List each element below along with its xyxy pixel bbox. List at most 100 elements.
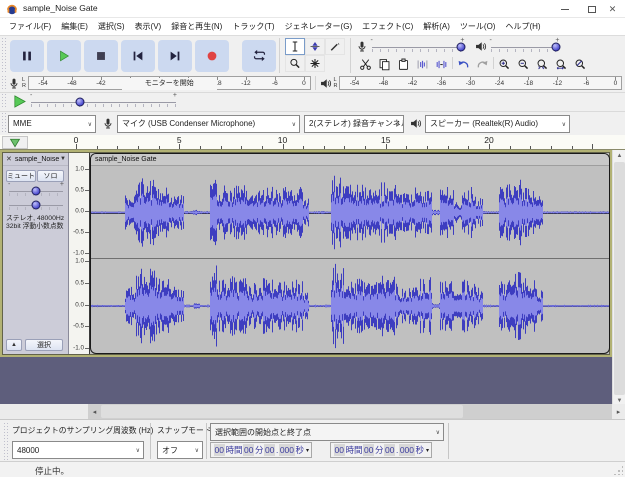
selection-end-time-field[interactable]: 00時間00分00.000秒▾ xyxy=(330,442,432,458)
project-rate-select[interactable]: 48000∨ xyxy=(12,441,144,459)
horizontal-scroll-thumb[interactable] xyxy=(101,405,463,418)
track-name[interactable]: sample_Noise xyxy=(15,156,60,163)
copy-button[interactable] xyxy=(375,57,394,73)
audio-clip[interactable]: sample_Noise Gate xyxy=(90,153,610,354)
menu-ジェネレーター(G)[interactable]: ジェネレーター(G) xyxy=(280,19,358,34)
play-speed-thumb[interactable] xyxy=(76,97,85,106)
play-at-speed-icon[interactable] xyxy=(12,94,27,109)
time-format-menu-icon[interactable]: ▾ xyxy=(426,447,429,454)
toolbar-grip[interactable] xyxy=(2,113,7,134)
pinned-play-head-button[interactable] xyxy=(2,136,28,149)
zoom-toggle-button[interactable] xyxy=(571,57,590,73)
track-close-icon[interactable]: ✕ xyxy=(3,155,15,163)
menu-ファイル(F)[interactable]: ファイル(F) xyxy=(4,19,56,34)
time-digit-group[interactable]: 00 xyxy=(214,444,225,456)
zoom-out-button[interactable] xyxy=(514,57,533,73)
menu-解析(A)[interactable]: 解析(A) xyxy=(418,19,455,34)
collapse-track-button[interactable]: ▲ xyxy=(6,339,22,351)
time-digit-group[interactable]: 00 xyxy=(363,444,374,456)
track-menu-icon[interactable]: ▼ xyxy=(60,156,68,162)
play-speed-slider[interactable]: -+ xyxy=(31,96,176,108)
close-button[interactable]: ✕ xyxy=(600,0,625,18)
zoom-in-button[interactable] xyxy=(495,57,514,73)
draw-tool-button[interactable] xyxy=(325,38,345,55)
track-gain-slider[interactable]: -+ xyxy=(9,185,63,197)
snap-mode-select[interactable]: オフ∨ xyxy=(157,441,203,459)
menu-編集(E)[interactable]: 編集(E) xyxy=(56,19,93,34)
playback-volume-thumb[interactable] xyxy=(552,42,561,51)
vertical-scroll-thumb[interactable] xyxy=(614,162,625,395)
selection-tool-button[interactable] xyxy=(285,38,305,55)
toolbar-grip[interactable] xyxy=(4,423,9,461)
skip-to-end-button[interactable] xyxy=(158,40,192,72)
record-button[interactable] xyxy=(195,40,229,72)
toolbar-grip[interactable] xyxy=(2,94,7,109)
time-digit-group[interactable]: 00 xyxy=(384,444,395,456)
waveform-channel-left[interactable] xyxy=(91,167,609,258)
envelope-tool-button[interactable] xyxy=(305,38,325,55)
playback-meter[interactable]: -54-48-42-36-30-24-18-12-60 xyxy=(339,76,622,90)
monitor-start-text[interactable]: モニターを開始 xyxy=(122,78,217,90)
loop-button[interactable] xyxy=(242,40,276,72)
audio-host-select[interactable]: MME∨ xyxy=(8,115,96,133)
time-digit-group[interactable]: 00 xyxy=(334,444,345,456)
select-track-button[interactable]: 選択 xyxy=(25,339,63,351)
time-digit-group[interactable]: 000 xyxy=(399,444,415,456)
scroll-up-icon[interactable]: ▲ xyxy=(613,150,625,162)
scale-value-label: -1.0 xyxy=(73,250,84,257)
track-pan-slider[interactable] xyxy=(9,199,63,211)
undo-button[interactable] xyxy=(454,57,473,73)
fit-selection-button[interactable] xyxy=(533,57,552,73)
window-resize-grip[interactable] xyxy=(613,465,623,475)
time-format-menu-icon[interactable]: ▾ xyxy=(306,447,309,454)
toolbar-grip[interactable] xyxy=(2,76,7,90)
menu-表示(V)[interactable]: 表示(V) xyxy=(130,19,167,34)
vertical-scale-ruler[interactable]: 1.00.50.0-0.5-1.01.00.50.0-0.5-1.0 xyxy=(69,153,90,354)
paste-button[interactable] xyxy=(394,57,413,73)
record-volume-thumb[interactable] xyxy=(456,42,465,51)
toolbar-grip[interactable] xyxy=(2,38,7,73)
redo-button[interactable] xyxy=(473,57,492,73)
trim-outside-selection-button[interactable] xyxy=(413,57,432,73)
gain-thumb[interactable] xyxy=(32,187,41,196)
selection-start-time-field[interactable]: 00時間00分00.000秒▾ xyxy=(210,442,312,458)
minimize-button[interactable] xyxy=(552,0,577,18)
time-digit-group[interactable]: 00 xyxy=(264,444,275,456)
skip-to-start-button[interactable] xyxy=(121,40,155,72)
time-digit-group[interactable]: 00 xyxy=(243,444,254,456)
menu-エフェクト(C)[interactable]: エフェクト(C) xyxy=(357,19,418,34)
play-button[interactable] xyxy=(47,40,81,72)
menu-選択(S)[interactable]: 選択(S) xyxy=(93,19,130,34)
vertical-scrollbar[interactable]: ▲ ▼ xyxy=(612,150,625,407)
waveform-channel-right[interactable] xyxy=(91,259,609,353)
time-digit-group[interactable]: 000 xyxy=(279,444,295,456)
menu-ヘルプ(H)[interactable]: ヘルプ(H) xyxy=(500,19,545,34)
selection-range-mode-select[interactable]: 選択範囲の開始点と終了点∨ xyxy=(210,423,444,441)
scale-tick xyxy=(85,211,89,212)
scroll-right-icon[interactable]: ▸ xyxy=(612,404,625,419)
title-bar[interactable]: sample_Noise Gate ✕ xyxy=(0,0,625,18)
time-unit-label: 分 xyxy=(375,444,384,456)
scroll-left-icon[interactable]: ◂ xyxy=(88,404,101,419)
stop-button[interactable] xyxy=(84,40,118,72)
recording-channels-select[interactable]: 2(ステレオ) 録音チャンネル∨ xyxy=(304,115,404,133)
playback-device-select[interactable]: スピーカー (Realtek(R) Audio)∨ xyxy=(425,115,570,133)
multi-tool-button[interactable] xyxy=(305,55,325,72)
menu-ツール(O)[interactable]: ツール(O) xyxy=(455,19,501,34)
recording-device-select[interactable]: マイク (USB Condenser Microphone)∨ xyxy=(117,115,300,133)
menu-トラック(T)[interactable]: トラック(T) xyxy=(227,19,279,34)
mute-button[interactable]: ミュート xyxy=(6,170,36,182)
record-volume-slider[interactable]: -+ xyxy=(372,41,464,53)
zoom-tool-button[interactable] xyxy=(285,55,305,72)
pause-button[interactable] xyxy=(10,40,44,72)
menu-録音と再生(N)[interactable]: 録音と再生(N) xyxy=(166,19,227,34)
clip-header[interactable]: sample_Noise Gate xyxy=(91,154,609,166)
fit-project-button[interactable] xyxy=(552,57,571,73)
playback-volume-slider[interactable]: -+ xyxy=(491,41,559,53)
pan-thumb[interactable] xyxy=(32,201,41,210)
timeline-ruler[interactable]: 05101520 xyxy=(0,135,625,150)
horizontal-scrollbar[interactable]: ◂ ▸ xyxy=(0,404,625,419)
silence-selection-button[interactable] xyxy=(432,57,451,73)
cut-button[interactable] xyxy=(356,57,375,73)
recording-meter[interactable]: -54-48-42-36-30-24-18-12-60モニターを開始 xyxy=(28,76,311,90)
